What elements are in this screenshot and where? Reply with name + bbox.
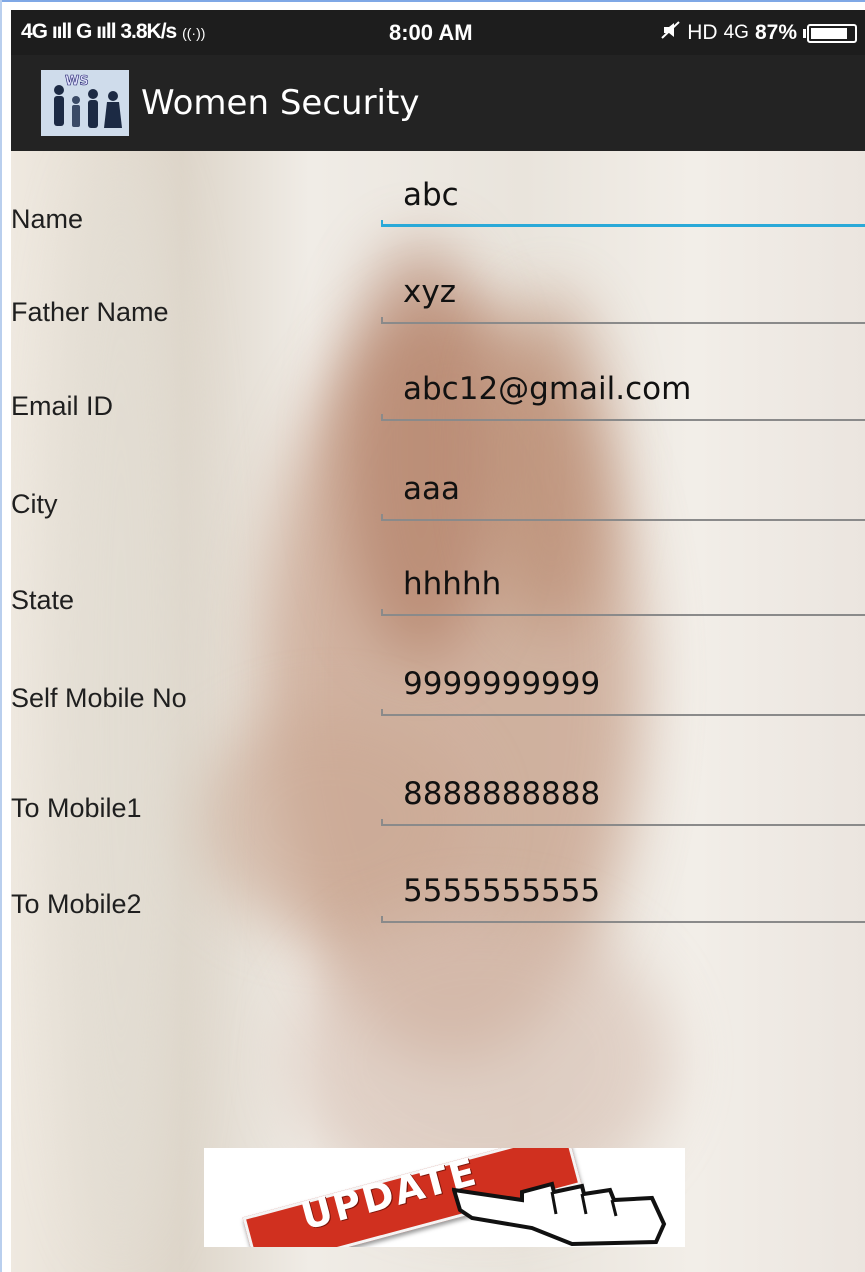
status-bar: 4G ııll G ııll 3.8K/s ((·)) 8:00 AM HD 4…: [11, 10, 865, 55]
state-input[interactable]: [403, 566, 863, 602]
father-name-field[interactable]: [381, 264, 865, 324]
state-underline: [381, 609, 865, 616]
to-mobile2-input[interactable]: [403, 873, 863, 909]
to-mobile1-input[interactable]: [403, 776, 863, 812]
battery-icon: [803, 23, 857, 43]
email-field[interactable]: [381, 361, 865, 421]
wifi-icon: ((·)): [182, 25, 206, 41]
update-button[interactable]: UPDATE: [204, 1148, 685, 1247]
city-field[interactable]: [381, 461, 865, 521]
to-mobile1-underline: [381, 819, 865, 826]
profile-form: Name Father Name Email ID City State: [11, 151, 865, 1272]
father-name-input[interactable]: [403, 274, 863, 310]
signal-text: 4G ııll G ııll 3.8K/s: [21, 20, 177, 43]
name-input[interactable]: [403, 177, 863, 213]
hd-label: HD: [687, 21, 718, 44]
network-label: 4G: [723, 22, 749, 43]
battery-percent: 87%: [754, 21, 797, 44]
app-title: Women Security: [141, 83, 420, 123]
email-underline: [381, 414, 865, 421]
father-name-label: Father Name: [11, 297, 169, 327]
city-underline: [381, 514, 865, 521]
name-field[interactable]: [381, 167, 865, 227]
to-mobile2-label: To Mobile2: [11, 889, 142, 919]
to-mobile1-field[interactable]: [381, 766, 865, 826]
city-label: City: [11, 489, 58, 519]
self-mobile-underline: [381, 709, 865, 716]
email-label: Email ID: [11, 391, 114, 421]
state-label: State: [11, 585, 75, 615]
mute-icon: [661, 20, 681, 46]
svg-text:WS: WS: [65, 74, 89, 89]
state-field[interactable]: [381, 556, 865, 616]
status-time: 8:00 AM: [389, 20, 473, 45]
frame-line-top: [0, 0, 865, 2]
phone-screen: 4G ııll G ııll 3.8K/s ((·)) 8:00 AM HD 4…: [11, 10, 865, 1272]
city-input[interactable]: [403, 471, 863, 507]
to-mobile1-label: To Mobile1: [11, 793, 142, 823]
name-underline: [381, 220, 865, 227]
women-security-logo-icon: WS: [41, 70, 129, 136]
frame-line-left: [0, 0, 2, 1272]
to-mobile2-field[interactable]: [381, 863, 865, 923]
email-input[interactable]: [403, 371, 863, 407]
self-mobile-field[interactable]: [381, 656, 865, 716]
hand-cursor-icon: [452, 1181, 667, 1246]
to-mobile2-underline: [381, 916, 865, 923]
self-mobile-label: Self Mobile No: [11, 683, 187, 713]
action-bar: WS Women Security: [11, 55, 865, 151]
name-label: Name: [11, 204, 84, 234]
status-right: HD 4G 87%: [661, 20, 857, 46]
father-name-underline: [381, 317, 865, 324]
status-left: 4G ııll G ııll 3.8K/s ((·)): [21, 20, 205, 44]
self-mobile-input[interactable]: [403, 666, 863, 702]
